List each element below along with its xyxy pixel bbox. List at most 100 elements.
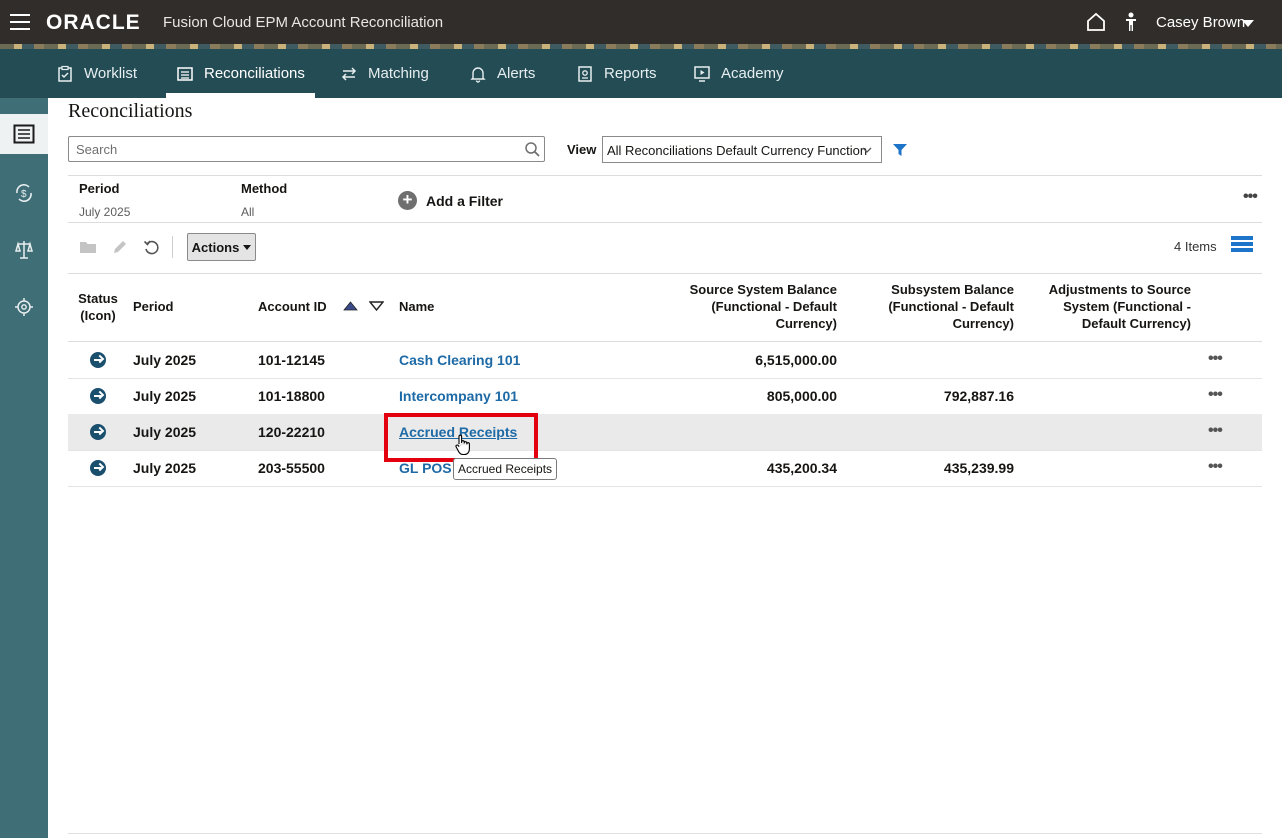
- list-view-icon[interactable]: [1231, 236, 1253, 254]
- reconciliation-name-link[interactable]: GL POS: [399, 460, 452, 476]
- list-table-icon: [13, 124, 35, 144]
- table-row-selected[interactable]: July 2025 120-22210 Accrued Receipts •••: [68, 414, 1262, 451]
- header-text: (Functional - Default: [888, 299, 1014, 314]
- tab-reports[interactable]: Reports: [576, 49, 657, 98]
- report-icon: [578, 65, 592, 82]
- top-header: ORACLE Fusion Cloud EPM Account Reconcil…: [0, 0, 1282, 44]
- search-input[interactable]: [74, 137, 518, 161]
- header-text: Default Currency): [1081, 316, 1191, 331]
- tab-academy[interactable]: Academy: [693, 49, 784, 98]
- filter-method-value[interactable]: All: [241, 205, 254, 219]
- cell-account-id: 101-12145: [258, 352, 325, 368]
- tab-worklist[interactable]: Worklist: [56, 49, 137, 98]
- gear-people-icon: [15, 298, 33, 316]
- row-more-icon[interactable]: •••: [1208, 350, 1223, 368]
- cell-period: July 2025: [133, 388, 197, 404]
- more-options-icon[interactable]: •••: [1243, 188, 1258, 206]
- cell-period: July 2025: [133, 352, 197, 368]
- table-row[interactable]: July 2025 101-12145 Cash Clearing 101 6,…: [68, 342, 1262, 379]
- main-nav: Worklist Reconciliations Matching Alerts…: [0, 49, 1282, 98]
- tab-matching[interactable]: Matching: [340, 49, 429, 98]
- status-arrow-icon[interactable]: [90, 352, 106, 368]
- actions-menu-button[interactable]: Actions: [187, 233, 256, 261]
- filter-method-label: Method: [241, 181, 288, 196]
- sort-ascending-icon[interactable]: [343, 301, 358, 311]
- item-count: 4 Items: [1174, 239, 1217, 254]
- cell-account-id: 120-22210: [258, 424, 325, 440]
- column-header-name[interactable]: Name: [399, 298, 434, 315]
- filter-period-value[interactable]: July 2025: [79, 205, 130, 219]
- column-header-account-id[interactable]: Account ID: [258, 298, 327, 315]
- view-label: View: [567, 142, 597, 157]
- left-rail: $: [0, 98, 48, 838]
- cell-account-id: 203-55500: [258, 460, 325, 476]
- chevron-down-icon[interactable]: [1242, 20, 1254, 27]
- rail-balances[interactable]: $: [0, 173, 48, 213]
- cell-subsystem-balance: 435,239.99: [943, 460, 1014, 476]
- search-icon[interactable]: [524, 141, 541, 158]
- divider: [68, 222, 1262, 223]
- row-more-icon[interactable]: •••: [1208, 458, 1223, 476]
- user-name-menu[interactable]: Casey Brown: [1156, 14, 1245, 31]
- column-header-status[interactable]: Status (Icon): [76, 290, 120, 324]
- matching-arrows-icon: [341, 66, 357, 81]
- link-tooltip: Accrued Receipts: [453, 458, 558, 480]
- reconciliation-name-link[interactable]: Cash Clearing 101: [399, 352, 520, 368]
- row-more-icon[interactable]: •••: [1208, 386, 1223, 404]
- tab-alerts[interactable]: Alerts: [469, 49, 535, 98]
- toolbar-separator: [172, 236, 173, 258]
- header-text: (Functional - Default: [711, 299, 837, 314]
- add-filter-button[interactable]: + Add a Filter: [398, 191, 503, 210]
- rail-settings[interactable]: [0, 288, 48, 328]
- caret-down-icon: [243, 244, 252, 250]
- svg-text:$: $: [21, 189, 27, 200]
- folder-icon[interactable]: [79, 239, 97, 255]
- header-text: Subsystem Balance: [891, 282, 1014, 297]
- reconciliation-name-link[interactable]: Intercompany 101: [399, 388, 518, 404]
- filter-icon[interactable]: [892, 142, 908, 158]
- refresh-icon[interactable]: [143, 239, 160, 256]
- cell-period: July 2025: [133, 460, 197, 476]
- list-table-icon: [177, 66, 193, 81]
- column-header-adjustments[interactable]: Adjustments to Source System (Functional…: [1020, 281, 1191, 332]
- home-icon[interactable]: [1086, 12, 1106, 37]
- accessibility-person-icon[interactable]: [1124, 12, 1138, 37]
- plus-circle-icon: +: [398, 191, 417, 210]
- divider: [68, 175, 1262, 176]
- oracle-logo: ORACLE: [46, 11, 141, 34]
- cell-source-balance: 805,000.00: [766, 388, 837, 404]
- clipboard-check-icon: [58, 65, 72, 82]
- sort-descending-icon[interactable]: [369, 301, 384, 311]
- view-select-value: All Reconciliations Default Currency Fun…: [607, 143, 868, 158]
- table-row[interactable]: July 2025 101-18800 Intercompany 101 805…: [68, 378, 1262, 415]
- column-header-subsystem-balance[interactable]: Subsystem Balance (Functional - Default …: [840, 281, 1014, 332]
- status-arrow-icon[interactable]: [90, 388, 106, 404]
- rail-compare[interactable]: [0, 230, 48, 270]
- tab-reconciliations[interactable]: Reconciliations: [166, 49, 315, 98]
- table-row[interactable]: July 2025 203-55500 GL POS 435,200.34 43…: [68, 450, 1262, 487]
- play-screen-icon: [694, 65, 710, 82]
- page-title: Reconciliations: [68, 100, 193, 122]
- hamburger-menu-icon[interactable]: [10, 14, 30, 30]
- tab-label: Academy: [721, 65, 784, 82]
- status-arrow-icon[interactable]: [90, 460, 106, 476]
- row-more-icon[interactable]: •••: [1208, 422, 1223, 440]
- status-arrow-icon[interactable]: [90, 424, 106, 440]
- header-text: Source System Balance: [689, 282, 837, 297]
- cell-subsystem-balance: 792,887.16: [943, 388, 1014, 404]
- view-select[interactable]: All Reconciliations Default Currency Fun…: [602, 136, 882, 163]
- rail-reconciliation-list[interactable]: [0, 114, 48, 154]
- tab-label: Worklist: [84, 65, 138, 82]
- column-header-source-balance[interactable]: Source System Balance (Functional - Defa…: [640, 281, 837, 332]
- bell-icon: [470, 66, 486, 83]
- chevron-down-icon: [862, 147, 872, 153]
- tab-label: Alerts: [497, 65, 536, 82]
- header-text: Status: [78, 291, 118, 306]
- pencil-icon[interactable]: [111, 239, 128, 256]
- tab-label: Reports: [604, 65, 657, 82]
- add-filter-label: Add a Filter: [426, 192, 504, 209]
- column-header-period[interactable]: Period: [133, 298, 173, 315]
- cell-source-balance: 435,200.34: [766, 460, 837, 476]
- cell-account-id: 101-18800: [258, 388, 325, 404]
- header-text: (Icon): [80, 308, 116, 323]
